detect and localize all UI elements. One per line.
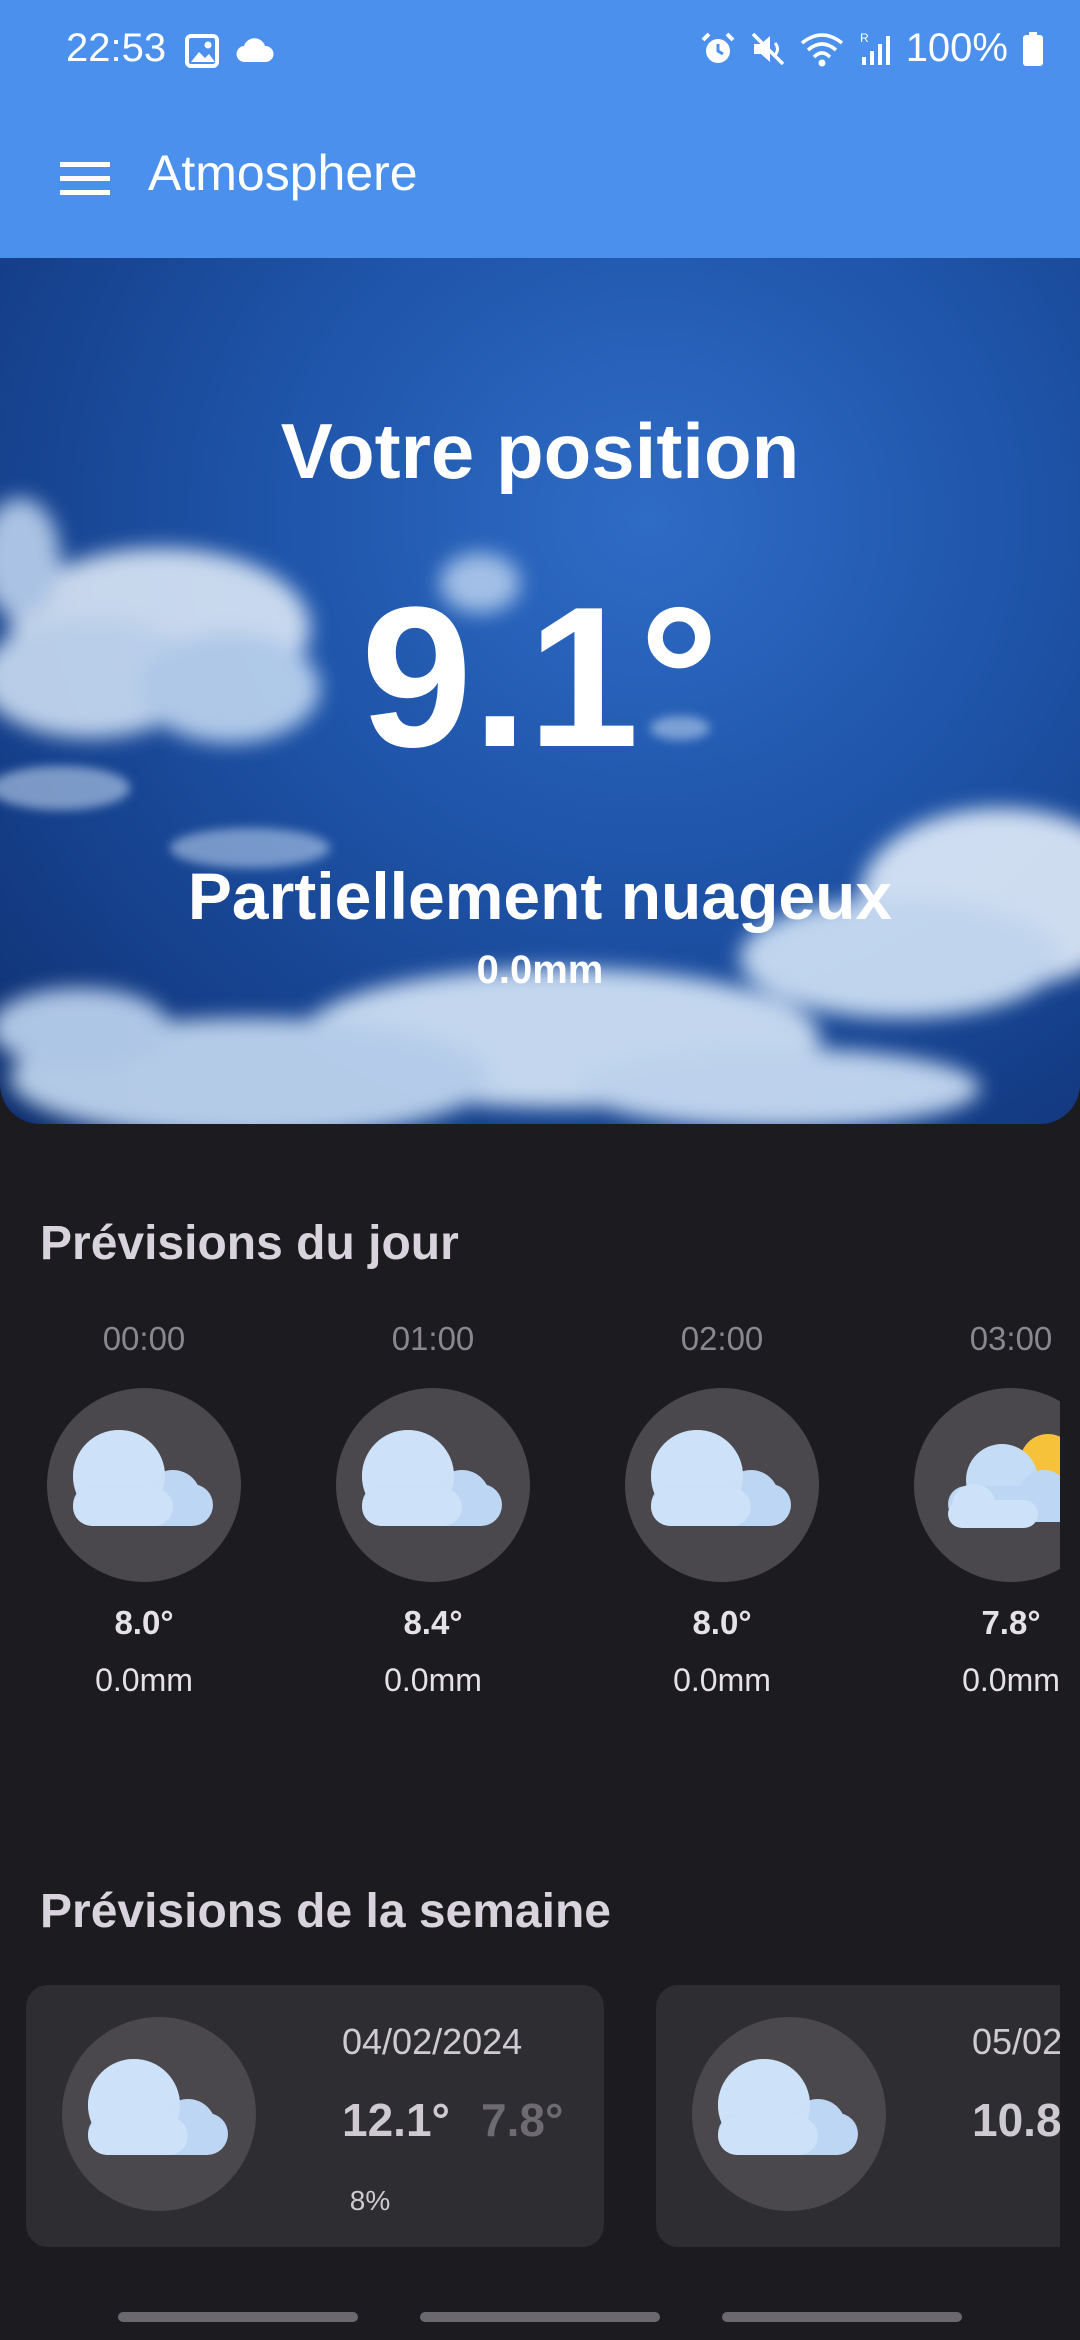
weekly-forecast-title: Prévisions de la semaine [40,1885,611,1938]
day-precip-probability: 8% [349,2185,391,2216]
day-date: 04/02/2024 [342,2021,523,2062]
current-precipitation: 0.0mm [476,948,604,992]
cloud-icon [692,2017,886,2211]
battery-level: 100% [905,26,1008,70]
hour-temperature: 8.0° [114,1604,174,1641]
cloud-icon [336,1388,530,1582]
cloud-icon [47,1388,241,1582]
weather-condition: Partiellement nuageux [187,859,893,933]
day-min-temperature: 7.8° [481,2094,564,2146]
alarm-icon [700,31,736,67]
nav-gesture-handle-center[interactable] [420,2312,660,2322]
svg-text:R: R [860,31,869,45]
cloud-icon [625,1388,819,1582]
signal-icon: R [858,31,892,67]
nav-gesture-handle-left[interactable] [118,2312,358,2322]
hourly-item[interactable]: 01:00 8.4° 0.0mm [333,1320,533,1699]
hour-time: 03:00 [969,1320,1053,1357]
hour-precipitation: 0.0mm [95,1662,193,1698]
app-bar: Atmosphere [0,110,1080,230]
hour-temperature: 8.4° [403,1604,463,1641]
partly-cloudy-icon [914,1388,1060,1582]
battery-icon [1022,31,1044,67]
hour-temperature: 7.8° [981,1604,1041,1641]
hourly-item[interactable]: 03:00 7.8° 0.0mm [911,1320,1060,1699]
hour-precipitation: 0.0mm [962,1662,1060,1698]
status-bar: 22:53 R 100% [0,0,1080,104]
hour-precipitation: 0.0mm [673,1662,771,1698]
day-max-temperature: 10.8° [972,2094,1060,2146]
day-max-temperature: 12.1° [342,2094,450,2146]
hour-temperature: 8.0° [692,1604,752,1641]
location-name: Votre position [280,407,800,495]
weekly-forecast-list[interactable]: 04/02/2024 12.1° 7.8° 8% 05/02/2024 10.8… [0,1985,1060,2247]
menu-icon [60,162,110,196]
cloud-icon [235,38,275,64]
app-title: Atmosphere [148,145,418,201]
hour-time: 01:00 [391,1320,475,1357]
current-weather-card: Votre position 9.1° Partiellement nuageu… [0,258,1080,1124]
top-app-area: 22:53 R 100% Atmosphere [0,0,1080,258]
image-icon [185,34,219,68]
current-temperature: 9.1° [360,566,719,789]
hourly-item[interactable]: 00:00 8.0° 0.0mm [44,1320,244,1699]
hour-precipitation: 0.0mm [384,1662,482,1698]
hourly-forecast-title: Prévisions du jour [40,1217,459,1270]
nav-gesture-handle-right[interactable] [722,2312,962,2322]
hour-time: 02:00 [680,1320,764,1357]
hour-time: 00:00 [102,1320,186,1357]
daily-forecast-card[interactable]: 04/02/2024 12.1° 7.8° 8% [26,1985,604,2247]
wifi-icon [800,31,844,67]
day-date: 05/02/2024 [972,2021,1060,2062]
cloud-icon [62,2017,256,2211]
daily-forecast-card[interactable]: 05/02/2024 10.8° [656,1985,1060,2247]
hourly-item[interactable]: 02:00 8.0° 0.0mm [622,1320,822,1699]
menu-button[interactable] [40,134,130,224]
status-time: 22:53 [66,26,167,70]
hourly-forecast-list[interactable]: 00:00 8.0° 0.0mm 01:00 8.4° 0.0mm 02:00 … [0,1320,1060,1720]
mute-icon [750,31,786,67]
